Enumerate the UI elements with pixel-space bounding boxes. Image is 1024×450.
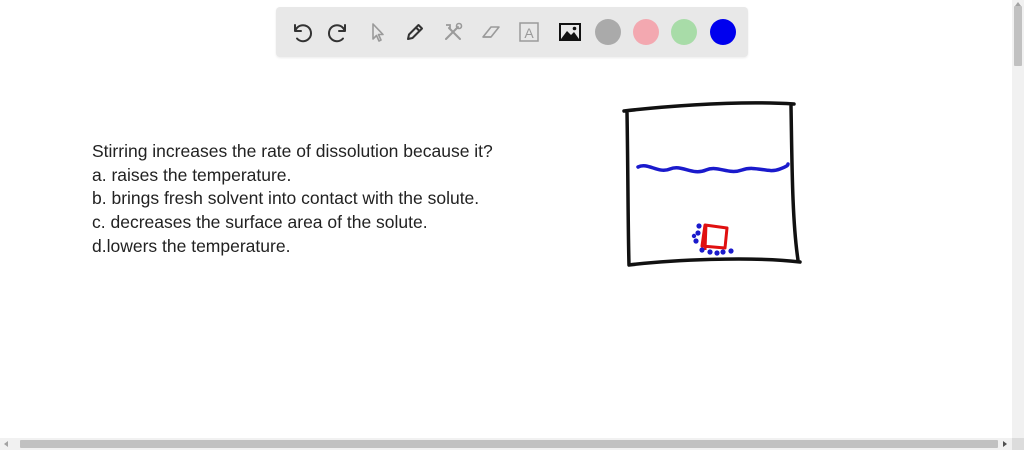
horizontal-scroll-thumb[interactable] xyxy=(20,440,998,448)
undo-icon xyxy=(294,24,312,43)
redo-icon xyxy=(328,24,346,43)
option-a: a. raises the temperature. xyxy=(92,164,292,185)
text-button[interactable]: A xyxy=(514,17,544,47)
drawing-toolbar: A xyxy=(276,7,748,57)
text-tool-glyph: A xyxy=(524,25,534,41)
image-icon xyxy=(559,23,581,41)
pointer-icon xyxy=(372,23,384,42)
pen-button[interactable] xyxy=(400,17,430,47)
water-line xyxy=(636,162,790,174)
eraser-button[interactable] xyxy=(476,17,506,47)
horizontal-scrollbar[interactable] xyxy=(0,438,1012,450)
scroll-right-arrow-icon[interactable] xyxy=(1003,441,1007,447)
scroll-left-arrow-icon[interactable] xyxy=(4,441,8,447)
beaker-outline xyxy=(622,101,802,267)
option-b: b. brings fresh solvent into contact wit… xyxy=(92,188,480,209)
option-d: d.lowers the temperature. xyxy=(92,235,291,256)
whiteboard-canvas[interactable]: A Stirring increases the rate of dissolu… xyxy=(0,0,1012,438)
wrench-hammer-icon xyxy=(445,22,463,40)
eraser-icon xyxy=(482,26,500,38)
redo-button[interactable] xyxy=(324,17,354,47)
scrollbar-corner xyxy=(1012,438,1024,450)
color-swatch-pink[interactable] xyxy=(633,19,659,45)
question-text-block: Stirring increases the rate of dissoluti… xyxy=(92,140,493,258)
vertical-scroll-thumb[interactable] xyxy=(1014,6,1022,66)
color-swatch-green[interactable] xyxy=(671,19,697,45)
beaker-sketch xyxy=(622,101,802,267)
color-swatch-blue[interactable] xyxy=(710,19,736,45)
tools-button[interactable] xyxy=(438,17,468,47)
image-button[interactable] xyxy=(555,17,585,47)
vertical-scrollbar[interactable] xyxy=(1012,0,1024,438)
solute-block xyxy=(700,223,729,251)
pencil-icon xyxy=(407,24,423,40)
undo-button[interactable] xyxy=(286,17,316,47)
select-button[interactable] xyxy=(362,17,392,47)
text-box-icon: A xyxy=(519,22,539,42)
color-swatch-gray[interactable] xyxy=(595,19,621,45)
option-c: c. decreases the surface area of the sol… xyxy=(92,212,428,233)
question-stem: Stirring increases the rate of dissoluti… xyxy=(92,141,493,161)
